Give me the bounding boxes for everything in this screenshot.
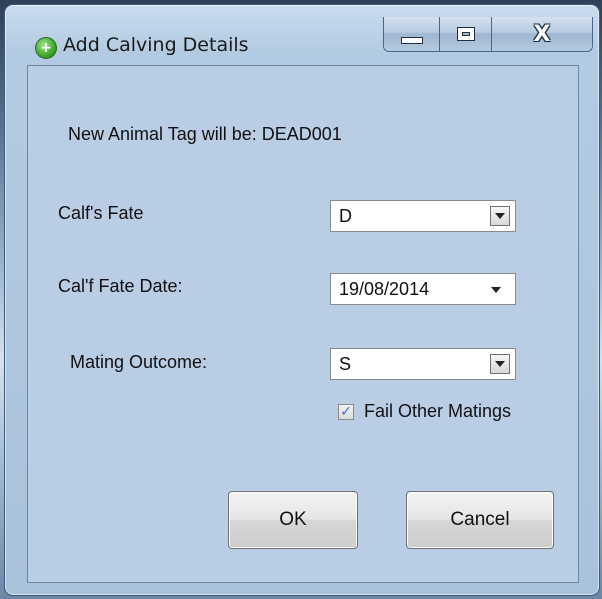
maximize-icon <box>457 28 474 40</box>
close-button[interactable]: X <box>492 17 592 51</box>
calf-fate-dropdown-button[interactable] <box>490 206 510 226</box>
fail-other-matings-checkbox[interactable]: ✓ <box>338 404 354 420</box>
mating-outcome-label: Mating Outcome: <box>70 352 208 372</box>
chevron-down-icon <box>495 213 505 219</box>
new-animal-tag-text: New Animal Tag will be: DEAD001 <box>68 124 342 144</box>
caption-buttons: X <box>383 17 593 52</box>
cancel-button[interactable]: Cancel <box>406 491 554 549</box>
calf-fate-date-value: 19/08/2014 <box>339 279 430 299</box>
dialog-window: + Add Calving Details X New Animal Tag w… <box>4 4 600 596</box>
dialog-client-area: New Animal Tag will be: DEAD001 Calf's F… <box>27 65 579 583</box>
calf-fate-label: Calf's Fate <box>58 203 144 223</box>
window-title: Add Calving Details <box>63 34 249 56</box>
ok-button[interactable]: OK <box>228 491 358 549</box>
minimize-icon <box>400 36 423 44</box>
calf-fate-date-label: Cal'f Fate Date: <box>58 276 183 296</box>
chevron-down-icon <box>495 361 505 367</box>
minimize-button[interactable] <box>384 17 440 51</box>
maximize-button[interactable] <box>440 17 492 51</box>
calf-fate-date-picker[interactable]: 19/08/2014 <box>330 273 516 305</box>
title-bar[interactable]: + Add Calving Details X <box>5 5 599 59</box>
mating-outcome-value: S <box>339 354 352 374</box>
app-add-icon: + <box>35 37 57 59</box>
checkmark-icon: ✓ <box>340 404 352 420</box>
fail-other-matings-label[interactable]: Fail Other Matings <box>364 401 511 422</box>
mating-outcome-dropdown-button[interactable] <box>490 354 510 374</box>
close-icon: X <box>533 21 551 47</box>
calf-fate-combo[interactable]: D <box>330 200 516 232</box>
mating-outcome-combo[interactable]: S <box>330 348 516 380</box>
calf-fate-value: D <box>339 206 352 226</box>
chevron-down-icon[interactable] <box>491 287 501 293</box>
